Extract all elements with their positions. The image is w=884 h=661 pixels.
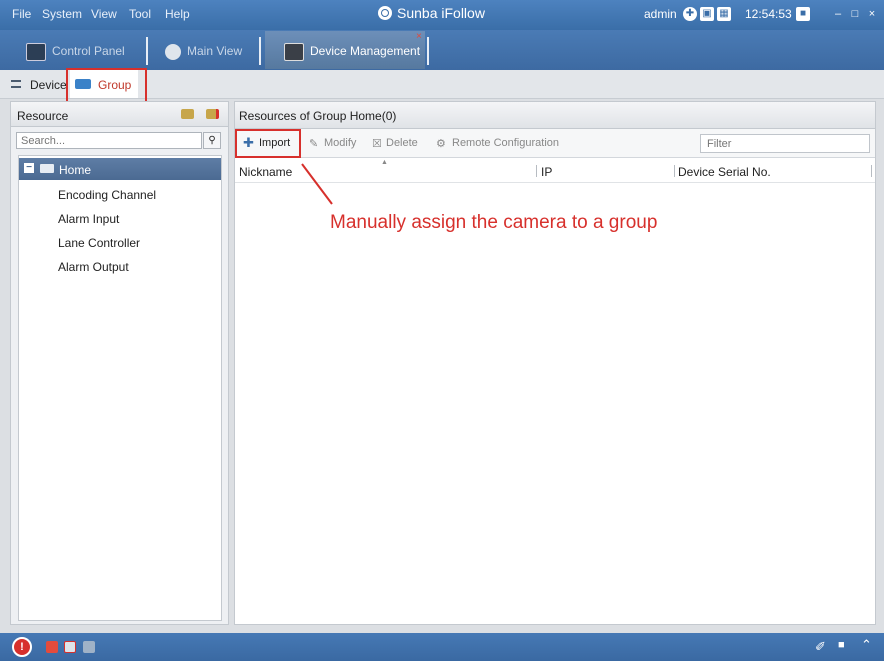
globe-icon[interactable]: ✚: [683, 7, 697, 21]
module-label: Main View: [187, 44, 243, 58]
expand-up-icon[interactable]: ⌃: [861, 637, 872, 653]
tab-device[interactable]: Device: [30, 78, 67, 92]
resource-title: Resource: [17, 109, 69, 123]
module-separator: [146, 37, 148, 65]
resource-tree: [18, 155, 222, 621]
menu-file[interactable]: File: [12, 7, 31, 21]
user-name: admin: [644, 7, 677, 21]
clock-time: 12:54:53: [745, 7, 792, 21]
column-ip[interactable]: IP: [541, 165, 552, 179]
tree-item-encoding-channel[interactable]: Encoding Channel: [58, 188, 156, 202]
tree-item-lane-controller[interactable]: Lane Controller: [58, 236, 140, 250]
app-title: Sunba iFollow: [397, 5, 485, 21]
tree-item-alarm-input[interactable]: Alarm Input: [58, 212, 119, 226]
menu-help[interactable]: Help: [165, 7, 190, 21]
menu-system[interactable]: System: [42, 7, 82, 21]
maximize-icon[interactable]: □: [847, 7, 863, 21]
minimize-icon[interactable]: –: [830, 7, 846, 21]
module-label: Control Panel: [52, 44, 125, 58]
tree-item-alarm-output[interactable]: Alarm Output: [58, 260, 129, 274]
settings-icon: ⚙: [436, 138, 446, 150]
close-icon[interactable]: ×: [864, 7, 880, 21]
menu-tool[interactable]: Tool: [129, 7, 151, 21]
pin-icon[interactable]: ✐: [815, 639, 826, 655]
module-bar: [0, 30, 884, 70]
menu-view[interactable]: View: [91, 7, 117, 21]
close-tab-icon[interactable]: ×: [416, 31, 422, 42]
highlight-box-import: [235, 129, 301, 158]
alarm-icon[interactable]: !: [12, 637, 32, 657]
filter-input[interactable]: [700, 134, 870, 153]
column-nickname[interactable]: Nickname: [239, 165, 292, 179]
module-control-panel[interactable]: Control Panel: [26, 36, 125, 66]
tree-item-label: Home: [59, 163, 92, 177]
camera-icon: [165, 43, 181, 60]
annotation-text: Manually assign the camera to a group: [330, 212, 658, 233]
column-separator[interactable]: [536, 165, 537, 177]
annotation-arrow: [301, 163, 333, 205]
column-device-serial-no[interactable]: Device Serial No.: [678, 165, 771, 179]
lock-icon[interactable]: ■: [796, 7, 810, 21]
device-management-icon: [284, 42, 304, 61]
delete-icon: ☒: [372, 138, 382, 150]
app-logo-icon: [378, 6, 392, 20]
collapse-icon[interactable]: −: [24, 163, 34, 173]
camera-exception-icon[interactable]: [64, 641, 76, 653]
monitor-icon[interactable]: ▣: [700, 7, 714, 21]
search-input[interactable]: [16, 132, 202, 149]
delete-button[interactable]: Delete: [386, 137, 418, 149]
home-icon: [26, 42, 46, 61]
delete-group-icon[interactable]: [206, 109, 219, 119]
audio-icon[interactable]: [83, 641, 95, 653]
module-main-view[interactable]: Main View: [165, 36, 242, 66]
module-label: Device Management: [310, 44, 421, 58]
window-icon[interactable]: ■: [838, 639, 845, 651]
group-resources-title: Resources of Group Home(0): [239, 109, 397, 123]
module-device-management-label[interactable]: Device Management: [284, 36, 420, 66]
module-separator: [427, 37, 429, 65]
calendar-icon[interactable]: ▦: [717, 7, 731, 21]
list-icon: [11, 80, 21, 88]
module-separator: [259, 37, 261, 65]
modify-icon: ✎: [309, 138, 319, 150]
remote-configuration-button[interactable]: Remote Configuration: [452, 137, 559, 149]
folder-icon: [40, 164, 54, 173]
add-group-icon[interactable]: [181, 109, 194, 119]
sort-up-icon: ▲: [381, 159, 388, 166]
status-bar: [0, 633, 884, 661]
column-separator[interactable]: [871, 165, 872, 177]
search-icon[interactable]: ⚲: [203, 132, 221, 149]
highlight-box-group-tab: [66, 68, 147, 103]
modify-button[interactable]: Modify: [324, 137, 356, 149]
column-separator[interactable]: [674, 165, 675, 177]
alarm-event-icon[interactable]: [46, 641, 58, 653]
